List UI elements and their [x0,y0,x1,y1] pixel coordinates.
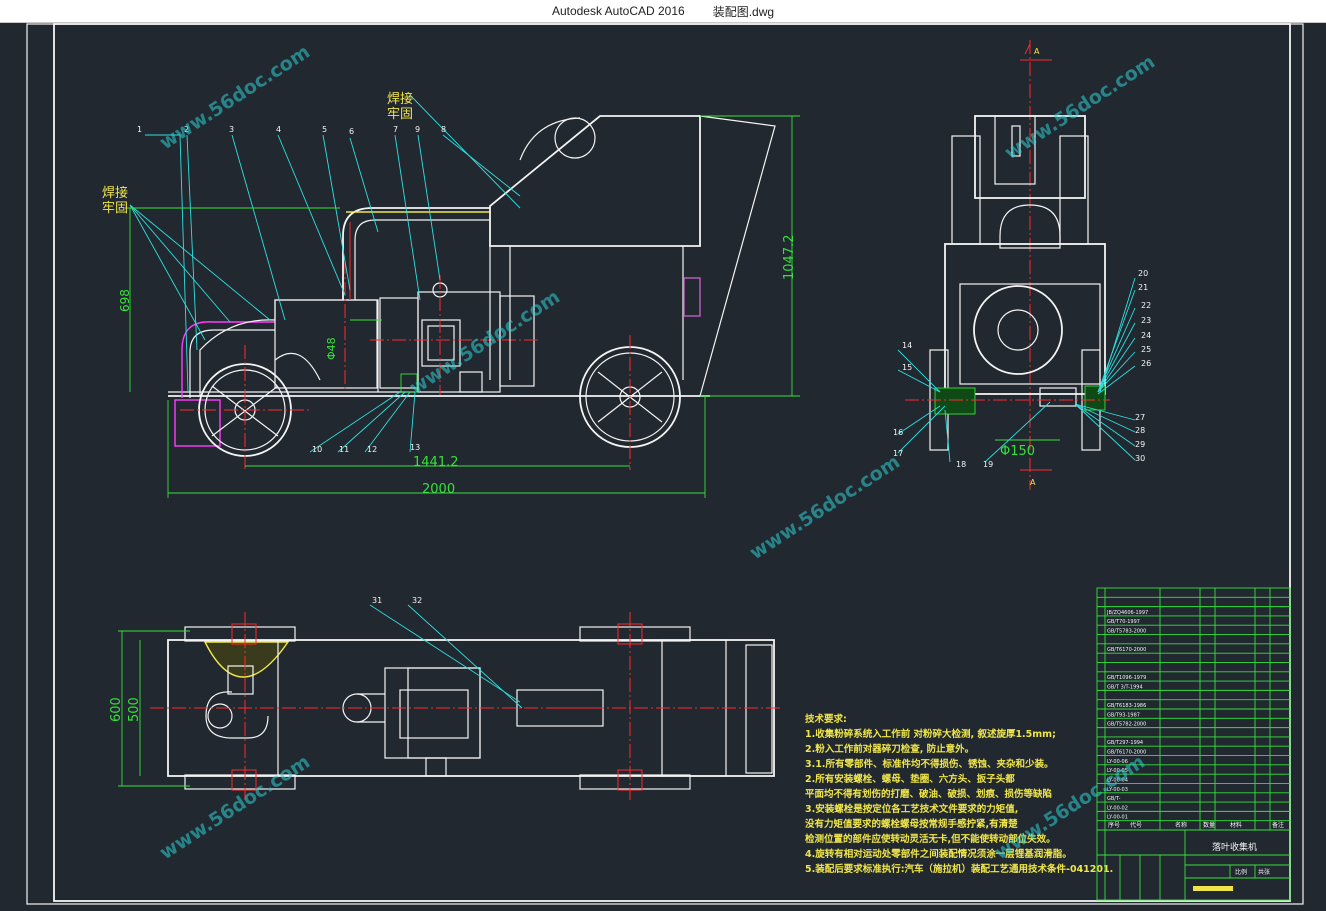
bom-code: GB/T297-1994 [1107,740,1143,746]
svg-text:25: 25 [1141,345,1151,354]
bom-code: GB/T- [1107,796,1121,802]
scale-label: 比例 [1235,868,1247,876]
svg-text:13: 13 [410,443,420,452]
sheet-label: 共张 [1258,868,1270,876]
svg-text:9: 9 [415,125,420,134]
bom-code: GB/T93-1987 [1107,712,1140,718]
svg-text:11: 11 [339,445,349,454]
drawing-svg: 焊接 牢固 焊接 牢固 698 1047.2 1441.2 2000 Φ48 1… [26,23,1304,905]
bom-code: GB/T 3/T-1994 [1107,684,1143,690]
svg-text:24: 24 [1141,331,1151,340]
svg-text:1.收集粉碎系统入工作前 对粉碎大检测, 叙述旋厚1.5mm: 1.收集粉碎系统入工作前 对粉碎大检测, 叙述旋厚1.5mm; [805,728,1056,740]
bom-code: GB/T6170-2000 [1107,750,1146,756]
dim-dia150: Φ150 [1000,444,1035,459]
part-labels-bottom: 10 11 12 13 [312,443,420,454]
svg-text:5: 5 [322,125,327,134]
dim-600: 600 [109,697,124,722]
part-label-32: 32 [412,596,422,605]
drawing-name: 落叶收集机 [1212,841,1257,853]
bom-code: GB/T5782-2000 [1107,722,1146,728]
file-name: 装配图.dwg [712,4,775,19]
weld-note-2-line1: 焊接 [102,185,128,201]
svg-text:www.56doc.com: www.56doc.com [406,286,564,399]
dim-500: 500 [127,697,142,722]
svg-text:序号: 序号 [1108,821,1120,829]
svg-text:26: 26 [1141,359,1151,368]
svg-text:代号: 代号 [1130,821,1142,829]
tech-requirements: 技术要求: 1.收集粉碎系统入工作前 对粉碎大检测, 叙述旋厚1.5mm; 2.… [805,713,1113,875]
drawing-canvas[interactable]: 焊接 牢固 焊接 牢固 698 1047.2 1441.2 2000 Φ48 1… [0,23,1326,911]
bom-code: LY-00-02 [1107,805,1128,811]
bom-code: GB/T5783-2000 [1107,629,1146,635]
svg-text:3.安装螺栓是按定位各工艺技术文件要求的力矩值,: 3.安装螺栓是按定位各工艺技术文件要求的力矩值, [805,803,1018,815]
part-label-31: 31 [372,596,382,605]
svg-text:8: 8 [441,125,446,134]
svg-text:2.所有安装螺栓、螺母、垫圈、六方头、扳子头都: 2.所有安装螺栓、螺母、垫圈、六方头、扳子头都 [805,773,1015,785]
svg-text:30: 30 [1135,454,1145,463]
app-title: Autodesk AutoCAD 2016 [551,4,685,18]
section-mark-bottom: A [1030,478,1036,487]
window-titlebar: Autodesk AutoCAD 2016 装配图.dwg [0,0,1326,23]
svg-text:28: 28 [1135,426,1145,435]
side-elevation-view [125,94,800,498]
svg-text:10: 10 [312,445,322,454]
svg-text:没有力矩值要求的螺栓螺母按常规手感拧紧,有清楚: 没有力矩值要求的螺栓螺母按常规手感拧紧,有清楚 [805,818,1018,830]
svg-text:4: 4 [276,125,281,134]
weld-note-1-line2: 牢固 [387,107,413,122]
svg-text:22: 22 [1141,301,1151,310]
bom-code: JB/ZQ4606-1997 [1106,610,1148,616]
svg-text:18: 18 [956,460,966,469]
dim-2000: 2000 [422,482,455,497]
svg-text:12: 12 [367,445,377,454]
section-mark-top: A [1034,47,1040,56]
bom-code: GB/T70-1997 [1107,619,1140,625]
part-labels-right: 20 21 22 23 24 25 26 27 28 29 30 [1135,269,1151,463]
svg-text:1: 1 [137,125,142,134]
svg-text:www.56doc.com: www.56doc.com [746,451,904,564]
bom-code: GB/T1096-1979 [1107,675,1146,681]
svg-text:3: 3 [229,125,234,134]
svg-text:www.56doc.com: www.56doc.com [156,751,314,864]
svg-text:27: 27 [1135,413,1145,422]
bom-code: LY-00-01 [1107,815,1128,821]
svg-text:20: 20 [1138,269,1148,278]
svg-text:19: 19 [983,460,993,469]
bom-code: GB/T6170-2000 [1107,647,1146,653]
svg-text:16: 16 [893,428,903,437]
svg-text:23: 23 [1141,316,1151,325]
svg-text:14: 14 [902,341,912,350]
svg-text:平面均不得有划伤的打磨、破油、破损、划痕、损伤等缺陷: 平面均不得有划伤的打磨、破油、破损、划痕、损伤等缺陷 [805,788,1052,800]
svg-text:名称: 名称 [1175,821,1187,829]
svg-text:5.装配后要求标准执行:汽车（施拉机）装配工艺通用技术条件-: 5.装配后要求标准执行:汽车（施拉机）装配工艺通用技术条件-041201. [805,863,1113,875]
svg-text:材料: 材料 [1230,821,1242,829]
svg-text:备注: 备注 [1272,821,1284,829]
dim-1047: 1047.2 [782,235,797,281]
svg-text:数量: 数量 [1203,821,1215,829]
svg-text:21: 21 [1138,283,1148,292]
bom-code: GB/T6183-1986 [1107,703,1146,709]
dim-dia48: Φ48 [325,337,338,360]
svg-text:2.粉入工作前对器碎刀检查, 防止意外。: 2.粉入工作前对器碎刀检查, 防止意外。 [805,743,974,755]
svg-text:7: 7 [393,125,398,134]
svg-text:6: 6 [349,127,354,136]
weld-note-2-line2: 牢固 [102,201,128,216]
svg-text:www.56doc.com: www.56doc.com [1001,51,1159,164]
svg-text:3.1.所有零部件、标准件均不得损伤、锈蚀、夹杂和少装。: 3.1.所有零部件、标准件均不得损伤、锈蚀、夹杂和少装。 [805,758,1053,770]
tech-title: 技术要求: [805,713,847,725]
dim-698: 698 [118,289,132,312]
bom-headers: 序号 代号 名称 数量 材料 备注 [1108,821,1284,829]
svg-text:29: 29 [1135,440,1145,449]
dim-1441: 1441.2 [413,455,459,470]
svg-text:4.旋转有相对运动处零部件之间装配情况须涂一层锂基润滑脂。: 4.旋转有相对运动处零部件之间装配情况须涂一层锂基润滑脂。 [805,848,1072,860]
weld-note-1-line1: 焊接 [387,91,413,107]
svg-text:15: 15 [902,363,912,372]
plan-view [118,604,780,800]
svg-text:www.56doc.com: www.56doc.com [156,41,314,154]
